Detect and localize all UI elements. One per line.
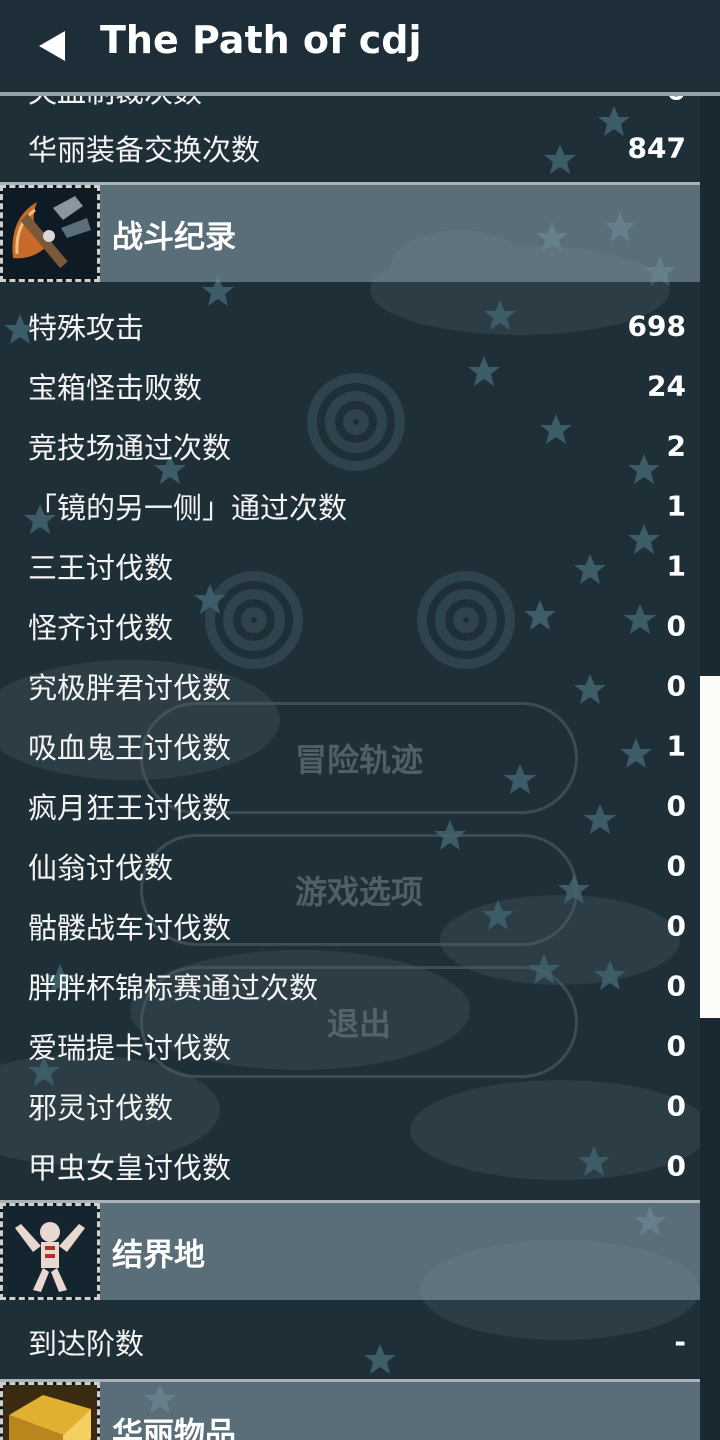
stat-value: 0 xyxy=(667,96,686,107)
stat-value: 1 xyxy=(666,549,686,583)
stat-value: 0 xyxy=(666,849,686,883)
stats-list[interactable]: 失血制裁次数 0 华丽装备交换次数 847 战斗纪录 特殊攻击 698 宝箱怪击… xyxy=(0,96,700,1440)
stat-label: 吸血鬼王讨伐数 xyxy=(28,731,232,765)
section-header-luxury-items: 华丽物品 xyxy=(0,1379,700,1440)
list-item: 宝箱怪击败数 24 xyxy=(0,356,700,416)
section-title: 结界地 xyxy=(112,1237,205,1273)
list-item: 胖胖杯锦标赛通过次数 0 xyxy=(0,956,700,1016)
stat-value: 847 xyxy=(627,131,686,165)
section-header-barrier-land: 结界地 xyxy=(0,1200,700,1300)
stat-label: 华丽装备交换次数 xyxy=(28,133,261,167)
stat-label: 失血制裁次数 xyxy=(28,96,202,111)
back-button[interactable] xyxy=(30,24,74,68)
stat-value: 1 xyxy=(666,729,686,763)
stat-label: 宝箱怪击败数 xyxy=(28,371,203,405)
header-bar: The Path of cdj xyxy=(0,0,720,92)
stat-label: 怪齐讨伐数 xyxy=(28,611,174,645)
list-item: 究极胖君讨伐数 0 xyxy=(0,656,700,716)
scrollbar-thumb[interactable] xyxy=(700,676,720,1018)
stat-value: 1 xyxy=(666,489,686,523)
stat-value: 0 xyxy=(666,1089,686,1123)
list-item: 「镜的另一侧」通过次数 1 xyxy=(0,476,700,536)
section-title: 战斗纪录 xyxy=(112,219,236,255)
stat-value: 24 xyxy=(647,369,686,403)
stat-label: 究极胖君讨伐数 xyxy=(28,671,232,705)
axe-weapon-icon xyxy=(0,185,100,282)
stat-value: 0 xyxy=(666,969,686,1003)
stat-value: 0 xyxy=(666,669,686,703)
page-title: The Path of cdj xyxy=(100,18,422,62)
list-item: 华丽装备交换次数 847 xyxy=(0,118,700,178)
list-item: 三王讨伐数 1 xyxy=(0,536,700,596)
stat-value: - xyxy=(674,1325,686,1359)
header-divider xyxy=(0,92,720,96)
section-title: 华丽物品 xyxy=(112,1416,236,1440)
stat-label: 竞技场通过次数 xyxy=(28,431,232,465)
list-item: 仙翁讨伐数 0 xyxy=(0,836,700,896)
stat-label: 邪灵讨伐数 xyxy=(28,1091,174,1125)
list-item: 骷髅战车讨伐数 0 xyxy=(0,896,700,956)
list-item: 到达阶数 - xyxy=(0,1312,700,1372)
list-item: 特殊攻击 698 xyxy=(0,296,700,356)
list-item: 疯月狂王讨伐数 0 xyxy=(0,776,700,836)
gold-treasure-icon xyxy=(0,1382,100,1440)
stat-value: 0 xyxy=(666,909,686,943)
stat-label: 胖胖杯锦标赛通过次数 xyxy=(28,971,319,1005)
skeleton-monster-icon xyxy=(0,1203,100,1300)
stat-label: 「镜的另一侧」通过次数 xyxy=(28,491,348,525)
list-item: 怪齐讨伐数 0 xyxy=(0,596,700,656)
stat-label: 甲虫女皇讨伐数 xyxy=(28,1151,232,1185)
list-item: 邪灵讨伐数 0 xyxy=(0,1076,700,1136)
stat-value: 0 xyxy=(666,789,686,823)
stat-value: 698 xyxy=(627,309,686,343)
list-item: 吸血鬼王讨伐数 1 xyxy=(0,716,700,776)
stat-value: 0 xyxy=(666,1149,686,1183)
stat-value: 0 xyxy=(666,1029,686,1063)
stat-value: 0 xyxy=(666,609,686,643)
stat-label: 爱瑞提卡讨伐数 xyxy=(28,1031,232,1065)
stat-label: 仙翁讨伐数 xyxy=(28,851,174,885)
section-header-battle-records: 战斗纪录 xyxy=(0,182,700,282)
list-item: 爱瑞提卡讨伐数 0 xyxy=(0,1016,700,1076)
stat-label: 到达阶数 xyxy=(28,1327,145,1361)
stat-label: 骷髅战车讨伐数 xyxy=(28,911,232,945)
back-arrow-icon[interactable] xyxy=(37,29,67,63)
stat-label: 疯月狂王讨伐数 xyxy=(28,791,232,825)
stat-value: 2 xyxy=(666,429,686,463)
list-item: 竞技场通过次数 2 xyxy=(0,416,700,476)
stat-label: 三王讨伐数 xyxy=(28,551,174,585)
stat-label: 特殊攻击 xyxy=(28,311,145,345)
list-item: 失血制裁次数 0 xyxy=(0,96,700,120)
list-item: 甲虫女皇讨伐数 0 xyxy=(0,1136,700,1196)
